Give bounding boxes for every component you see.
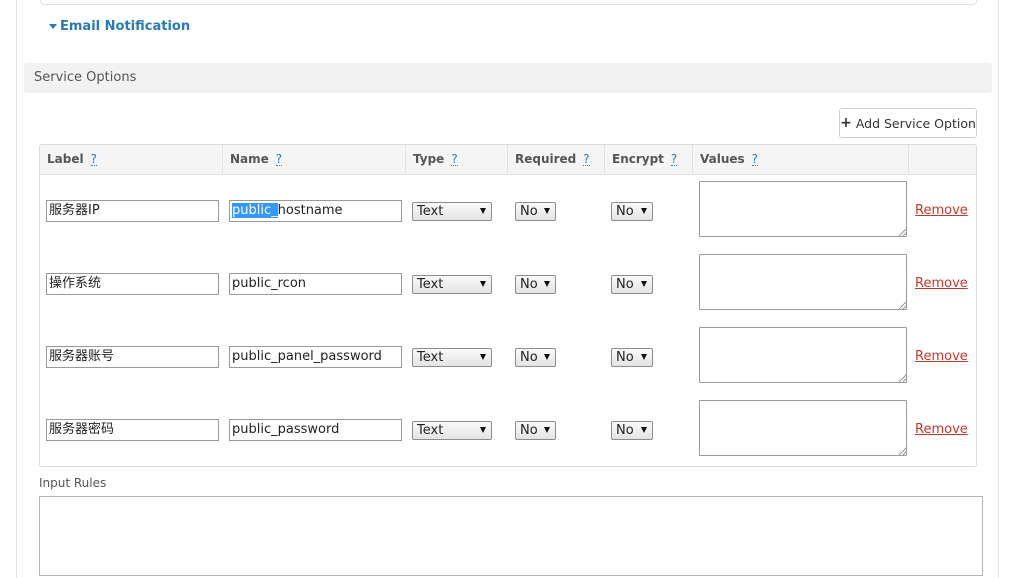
previous-section-box — [40, 0, 977, 5]
column-required-text: Required — [515, 152, 577, 166]
values-textarea[interactable] — [699, 327, 907, 383]
type-select[interactable]: Text — [412, 275, 492, 294]
help-icon[interactable]: ? — [451, 153, 458, 166]
name-input[interactable]: public_panel_password — [229, 346, 402, 368]
label-input[interactable]: 服务器密码 — [46, 419, 219, 441]
remove-link[interactable]: Remove — [915, 203, 968, 218]
column-header-required: Required? — [508, 145, 605, 175]
table-header: Label? Name? Type? Required? Encrypt? Va… — [40, 145, 976, 175]
input-rules-label: Input Rules — [39, 476, 107, 490]
encrypt-select-value: No — [616, 277, 634, 292]
label-input[interactable]: 服务器账号 — [46, 346, 219, 368]
name-input[interactable]: public_hostname — [229, 200, 402, 222]
service-options-header: Service Options — [24, 63, 992, 93]
remove-link[interactable]: Remove — [915, 349, 968, 364]
dropdown-arrow-icon — [544, 354, 550, 360]
values-textarea[interactable] — [699, 254, 907, 310]
dropdown-arrow-icon — [480, 354, 486, 360]
dropdown-arrow-icon — [641, 208, 647, 214]
remove-link[interactable]: Remove — [915, 422, 968, 437]
required-select[interactable]: No — [515, 421, 556, 440]
help-icon[interactable]: ? — [90, 153, 97, 166]
email-notification-label: Email Notification — [60, 19, 191, 34]
encrypt-select-value: No — [616, 423, 634, 438]
encrypt-select[interactable]: No — [611, 421, 653, 440]
column-label-text: Label — [47, 152, 84, 166]
required-select-value: No — [520, 204, 538, 219]
encrypt-select[interactable]: No — [611, 202, 653, 221]
required-select-value: No — [520, 423, 538, 438]
help-icon[interactable]: ? — [275, 153, 283, 166]
encrypt-select[interactable]: No — [611, 348, 653, 367]
required-select-value: No — [520, 350, 538, 365]
type-select[interactable]: Text — [412, 421, 492, 440]
name-input[interactable]: public_rcon — [229, 273, 402, 295]
remove-link[interactable]: Remove — [915, 276, 968, 291]
plus-icon: + — [840, 115, 852, 131]
resize-grip-icon[interactable] — [899, 228, 907, 236]
column-encrypt-text: Encrypt — [612, 152, 664, 166]
encrypt-select-value: No — [616, 350, 634, 365]
required-select[interactable]: No — [515, 348, 556, 367]
help-icon[interactable]: ? — [583, 153, 590, 166]
column-header-label: Label? — [40, 145, 223, 175]
encrypt-select-value: No — [616, 204, 634, 219]
resize-grip-icon[interactable] — [899, 447, 907, 455]
type-select-value: Text — [417, 277, 444, 292]
dropdown-arrow-icon — [641, 281, 647, 287]
add-service-option-button[interactable]: + Add Service Option — [839, 108, 977, 138]
type-select[interactable]: Text — [412, 202, 492, 221]
dropdown-arrow-icon — [480, 208, 486, 214]
add-service-option-label: Add Service Option — [855, 115, 976, 131]
column-type-text: Type — [413, 152, 445, 166]
required-select[interactable]: No — [515, 275, 556, 294]
column-header-actions — [909, 145, 976, 175]
selected-text: public_ — [232, 203, 278, 218]
resize-grip-icon[interactable] — [899, 301, 907, 309]
service-options-title: Service Options — [34, 70, 137, 85]
name-text-rest: hostname — [277, 203, 343, 218]
required-select-value: No — [520, 277, 538, 292]
input-rules-textarea[interactable] — [39, 496, 983, 576]
help-icon[interactable]: ? — [670, 153, 678, 166]
type-select-value: Text — [417, 423, 444, 438]
table-row: 服务器账号 public_panel_password Text No No R… — [40, 321, 976, 394]
help-icon[interactable]: ? — [751, 153, 759, 166]
dropdown-arrow-icon — [641, 354, 647, 360]
label-input[interactable]: 操作系统 — [46, 273, 219, 295]
table-row: 服务器密码 public_password Text No No Remove — [40, 394, 976, 466]
caret-down-icon — [49, 24, 57, 29]
column-name-text: Name — [230, 152, 269, 166]
dropdown-arrow-icon — [641, 427, 647, 433]
label-input[interactable]: 服务器IP — [46, 200, 219, 222]
type-select-value: Text — [417, 204, 444, 219]
dropdown-arrow-icon — [544, 208, 550, 214]
type-select[interactable]: Text — [412, 348, 492, 367]
resize-grip-icon[interactable] — [899, 374, 907, 382]
name-input[interactable]: public_password — [229, 419, 402, 441]
service-options-table: Label? Name? Type? Required? Encrypt? Va… — [39, 144, 977, 467]
table-row: 服务器IP public_hostname Text No No Remove — [40, 175, 976, 248]
column-header-encrypt: Encrypt? — [605, 145, 693, 175]
values-textarea[interactable] — [699, 181, 907, 237]
type-select-value: Text — [417, 350, 444, 365]
dropdown-arrow-icon — [480, 281, 486, 287]
column-values-text: Values — [700, 152, 745, 166]
encrypt-select[interactable]: No — [611, 275, 653, 294]
column-header-values: Values? — [693, 145, 909, 175]
values-textarea[interactable] — [699, 400, 907, 456]
column-header-type: Type? — [406, 145, 508, 175]
dropdown-arrow-icon — [544, 427, 550, 433]
column-header-name: Name? — [223, 145, 406, 175]
dropdown-arrow-icon — [544, 281, 550, 287]
table-row: 操作系统 public_rcon Text No No Remove — [40, 248, 976, 321]
dropdown-arrow-icon — [480, 427, 486, 433]
email-notification-toggle[interactable]: Email Notification — [49, 19, 190, 34]
required-select[interactable]: No — [515, 202, 556, 221]
